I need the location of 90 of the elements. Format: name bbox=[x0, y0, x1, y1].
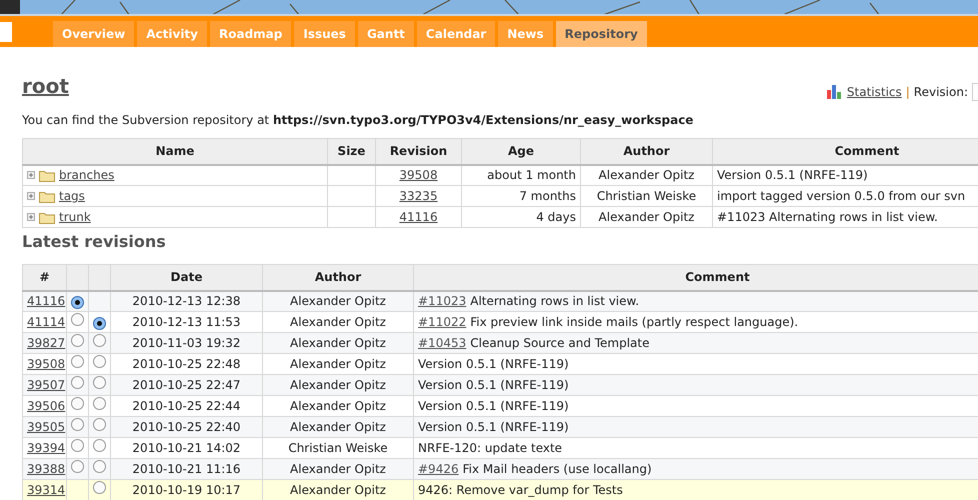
table-cell: Alexander Opitz bbox=[290, 399, 386, 413]
section-heading: Latest revisions bbox=[22, 231, 167, 253]
issue-link[interactable]: #11022 bbox=[418, 315, 466, 329]
table-cell: 2010-12-13 12:38 bbox=[132, 294, 241, 308]
table-cell: Cleanup Source and Template bbox=[470, 336, 650, 350]
radio-button[interactable] bbox=[71, 376, 84, 389]
radio-button[interactable] bbox=[71, 355, 84, 368]
table-cell: NRFE-120: update texte bbox=[418, 441, 562, 455]
column-header: Name bbox=[22, 138, 328, 164]
repository-intro: You can find the Subversion repository at https://svn.typo3.org/TYPO3v4/Extensions/nr_easy_workspace bbox=[22, 112, 694, 129]
table-cell: Version 0.5.1 (NRFE-119) bbox=[418, 399, 569, 413]
table-cell: Fix Mail headers (use locallang) bbox=[462, 462, 652, 476]
table-cell: about 1 month bbox=[487, 168, 576, 182]
table-cell: Christian Weiske bbox=[288, 441, 388, 455]
table-cell: Alexander Opitz bbox=[290, 336, 386, 350]
radio-button[interactable] bbox=[93, 397, 106, 410]
table-cell: 2010-10-25 22:48 bbox=[132, 357, 241, 371]
table-cell: 2010-10-25 22:47 bbox=[132, 378, 241, 392]
radio-button[interactable] bbox=[93, 334, 106, 347]
table-cell: Version 0.5.1 (NRFE-119) bbox=[418, 378, 569, 392]
radio-button[interactable] bbox=[71, 313, 84, 326]
table-cell: Version 0.5.1 (NRFE-119) bbox=[418, 357, 569, 371]
page-title: root bbox=[22, 73, 69, 100]
table-cell: 2010-10-25 22:40 bbox=[132, 420, 241, 434]
table-cell: Alternating rows in list view. bbox=[470, 294, 640, 308]
folder-link[interactable]: tags bbox=[59, 187, 85, 205]
column-header: Author bbox=[314, 270, 362, 284]
table-cell: Alexander Opitz bbox=[290, 357, 386, 371]
radio-button[interactable] bbox=[93, 317, 106, 330]
radio-button[interactable] bbox=[71, 296, 84, 310]
table-cell: Alexander Opitz bbox=[290, 483, 386, 497]
revision-field[interactable] bbox=[972, 83, 978, 101]
table-cell: Alexander Opitz bbox=[598, 210, 694, 224]
table-cell: Fix preview link inside mails (partly respect language). bbox=[470, 315, 798, 329]
table-cell: Alexander Opitz bbox=[290, 462, 386, 476]
radio-button[interactable] bbox=[93, 418, 106, 431]
radio-button[interactable] bbox=[93, 439, 106, 452]
issue-link[interactable]: #9426 bbox=[418, 462, 459, 476]
table-cell: 2010-10-21 14:02 bbox=[132, 441, 241, 455]
table-cell: Christian Weiske bbox=[596, 189, 696, 203]
table-cell: 2010-10-25 22:44 bbox=[132, 399, 241, 413]
table-cell: #11023 Alternating rows in list view. bbox=[717, 210, 938, 224]
table-cell: 2010-11-03 19:32 bbox=[132, 336, 241, 350]
radio-button[interactable] bbox=[93, 355, 106, 368]
chart-icon bbox=[826, 85, 843, 99]
radio-button[interactable] bbox=[71, 418, 84, 431]
column-header: Comment bbox=[685, 270, 750, 284]
table-cell: 2010-10-21 11:16 bbox=[132, 462, 241, 476]
radio-button[interactable] bbox=[93, 481, 106, 494]
table-cell: 7 months bbox=[519, 189, 576, 203]
table-cell: Alexander Opitz bbox=[290, 378, 386, 392]
folder-icon bbox=[39, 168, 55, 182]
folder-link[interactable]: trunk bbox=[59, 208, 91, 226]
table-cell: Alexander Opitz bbox=[290, 315, 386, 329]
column-header: Author bbox=[580, 138, 712, 164]
issue-link[interactable]: #11023 bbox=[418, 294, 466, 308]
separator: | bbox=[906, 84, 910, 101]
statistics-link[interactable]: Statistics bbox=[846, 83, 902, 101]
table-cell: Alexander Opitz bbox=[598, 168, 694, 182]
table-cell: 2010-12-13 11:53 bbox=[132, 315, 241, 329]
expand-icon[interactable] bbox=[27, 171, 35, 180]
column-header: Age bbox=[462, 138, 580, 164]
folder-icon bbox=[39, 190, 55, 202]
radio-button[interactable] bbox=[93, 376, 106, 389]
folder-icon bbox=[39, 210, 55, 224]
column-header: # bbox=[39, 270, 50, 284]
column-header: Size bbox=[328, 138, 376, 164]
search-field[interactable] bbox=[0, 22, 12, 42]
issue-link[interactable]: #10453 bbox=[418, 336, 466, 350]
table-cell: Version 0.5.1 (NRFE-119) bbox=[717, 168, 868, 182]
column-header: Comment bbox=[712, 138, 978, 164]
radio-button[interactable] bbox=[93, 460, 106, 473]
radio-button[interactable] bbox=[71, 334, 84, 347]
radio-button[interactable] bbox=[71, 397, 84, 410]
nav-tab[interactable]: Repository bbox=[556, 21, 647, 47]
expand-icon[interactable] bbox=[27, 192, 35, 200]
table-cell: import tagged version 0.5.0 from our svn bbox=[717, 189, 966, 203]
table-cell: Alexander Opitz bbox=[290, 294, 386, 308]
expand-icon[interactable] bbox=[27, 213, 35, 221]
table-cell: 9426: Remove var_dump for Tests bbox=[418, 483, 623, 497]
table-cell: Alexander Opitz bbox=[290, 420, 386, 434]
radio-button[interactable] bbox=[71, 460, 84, 473]
folder-link[interactable]: branches bbox=[59, 166, 114, 184]
column-header: Date bbox=[170, 270, 202, 284]
column-header: Revision bbox=[376, 138, 462, 164]
table-cell: Version 0.5.1 (NRFE-119) bbox=[418, 420, 569, 434]
table-cell: 2010-10-19 10:17 bbox=[132, 483, 241, 497]
revision-label: Revision: bbox=[914, 84, 968, 101]
table-cell: 4 days bbox=[536, 210, 576, 224]
radio-button[interactable] bbox=[71, 439, 84, 452]
